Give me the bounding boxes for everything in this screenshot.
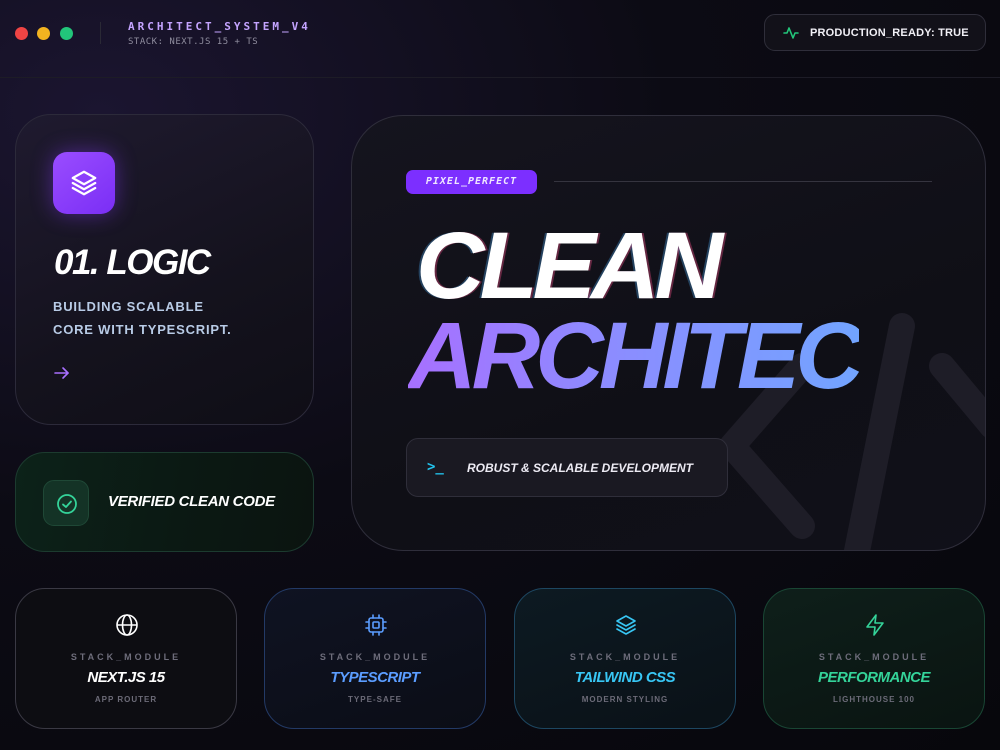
pixel-perfect-badge: PIXEL_PERFECT [406,170,537,194]
system-name: ARCHITECT_SYSTEM_V4 [128,20,311,33]
module-eyebrow: STACK_MODULE [70,652,182,662]
stack-module-performance[interactable]: STACK_MODULE PERFORMANCE LIGHTHOUSE 100 [763,588,985,729]
module-subtitle: APP ROUTER [94,695,158,704]
hero-headline-line1: CLEAN [416,213,723,319]
window-close-button[interactable] [15,27,28,40]
terminal-tagline: >_ ROBUST & SCALABLE DEVELOPMENT [406,438,728,497]
module-eyebrow: STACK_MODULE [818,652,930,662]
stack-line: STACK: NEXT.JS 15 + TS [128,37,259,47]
status-label: PRODUCTION_READY: TRUE [810,27,969,39]
module-eyebrow: STACK_MODULE [569,652,681,662]
logic-description-line: BUILDING SCALABLE [53,299,204,314]
top-bar: ARCHITECT_SYSTEM_V4 STACK: NEXT.JS 15 + … [0,0,1000,78]
verified-label: VERIFIED CLEAN CODE [108,493,275,510]
logic-description-line: CORE WITH TYPESCRIPT. [53,322,232,337]
layers-icon [71,170,97,196]
module-title: PERFORMANCE [817,669,931,686]
module-title: TYPESCRIPT [330,669,420,686]
hero-card: PIXEL_PERFECT CLEAN ARCHITEC >_ ROBUST &… [351,115,986,551]
module-title: TAILWIND CSS [574,669,676,686]
stack-module-typescript[interactable]: STACK_MODULE TYPESCRIPT TYPE-SAFE [264,588,486,729]
logic-card[interactable]: 01. LOGIC BUILDING SCALABLE CORE WITH TY… [15,114,314,425]
stack-module-nextjs[interactable]: STACK_MODULE NEXT.JS 15 APP ROUTER [15,588,237,729]
globe-icon [116,614,138,636]
module-subtitle: LIGHTHOUSE 100 [832,695,915,704]
activity-icon [783,27,799,39]
verified-card[interactable]: VERIFIED CLEAN CODE [15,452,314,552]
check-icon-tile [43,480,89,526]
zap-icon [866,614,884,636]
logic-description: BUILDING SCALABLE CORE WITH TYPESCRIPT. [53,295,293,341]
status-badge[interactable]: PRODUCTION_READY: TRUE [764,14,986,51]
window-maximize-button[interactable] [60,27,73,40]
module-subtitle: MODERN STYLING [581,695,669,704]
module-title: NEXT.JS 15 [87,669,165,686]
window-minimize-button[interactable] [37,27,50,40]
layers-icon-tile [53,152,115,214]
cpu-icon [365,614,387,636]
hero-divider [554,181,932,182]
logic-title: 01. LOGIC [54,243,211,282]
module-subtitle: TYPE-SAFE [348,695,402,704]
stack-module-tailwind[interactable]: STACK_MODULE TAILWIND CSS MODERN STYLING [514,588,736,729]
divider [100,22,101,44]
hero-headline-line2: ARCHITEC [408,303,864,409]
terminal-icon: >_ [427,459,444,475]
module-eyebrow: STACK_MODULE [319,652,431,662]
layers-icon [616,615,636,635]
terminal-text: ROBUST & SCALABLE DEVELOPMENT [467,461,694,475]
check-circle-icon [57,494,77,514]
arrow-right-icon[interactable] [53,365,71,381]
